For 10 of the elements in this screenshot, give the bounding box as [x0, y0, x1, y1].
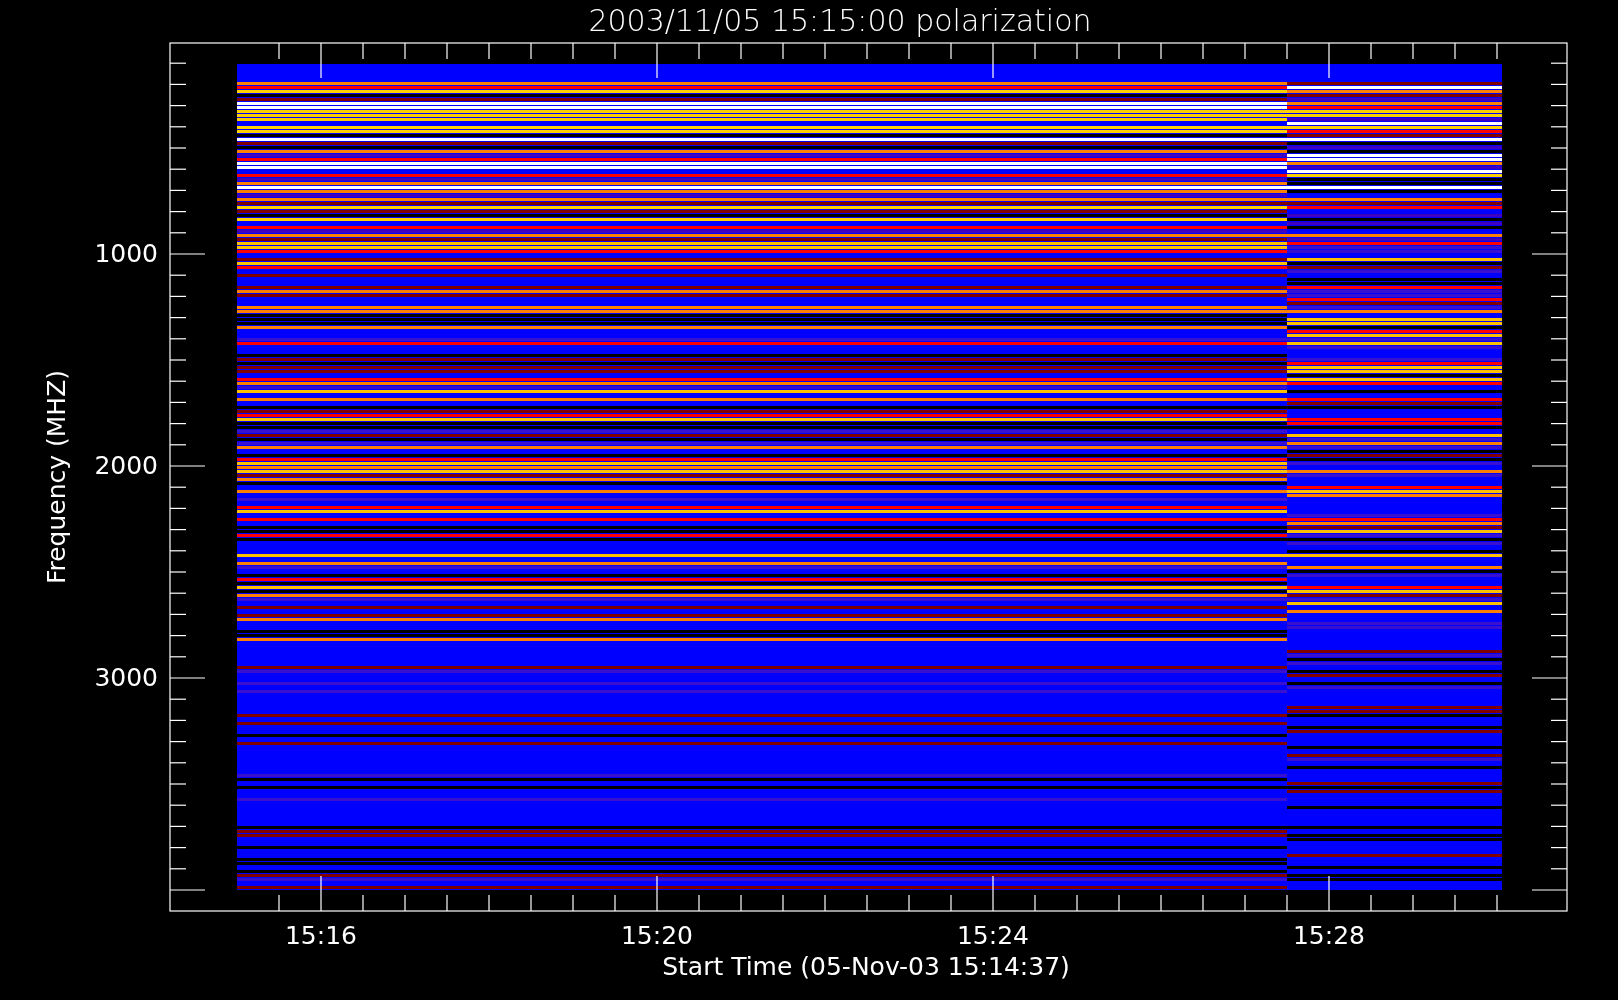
tick-label: 3000 [94, 663, 158, 692]
tick-label: 15:28 [1293, 921, 1365, 950]
plot-title: 2003/11/05 15:15:00 polarization [588, 3, 1092, 38]
tick-label: 15:24 [957, 921, 1029, 950]
tick-label: 15:16 [285, 921, 357, 950]
axis-label: Frequency (MHZ) [42, 369, 71, 585]
tick-label: 2000 [94, 451, 158, 480]
axis-label: Start Time (05-Nov-03 15:14:37) [662, 952, 1070, 981]
tick-label: 15:20 [621, 921, 693, 950]
tick-label: 1000 [94, 239, 158, 268]
